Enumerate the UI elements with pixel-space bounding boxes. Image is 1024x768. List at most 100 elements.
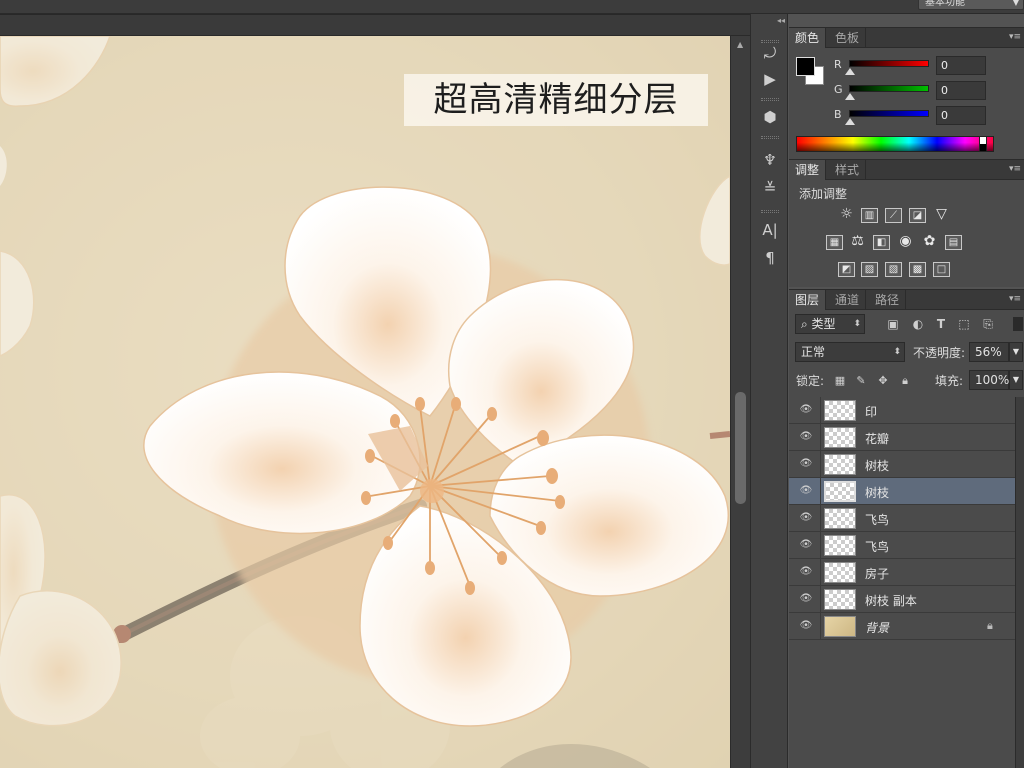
shape-layer-filter-icon[interactable]: ⬚: [956, 317, 972, 331]
color-lookup-icon[interactable]: ▤: [945, 235, 962, 250]
eye-visibility-icon[interactable]: 👁︎: [799, 512, 813, 524]
eye-visibility-icon[interactable]: 👁︎: [799, 431, 813, 443]
fill-label: 填充:: [935, 374, 964, 388]
layer-row[interactable]: 👁︎ 房子: [789, 559, 1015, 586]
panel-menu-icon[interactable]: ▾≡: [1009, 294, 1021, 304]
posterize-icon[interactable]: ▨: [861, 262, 878, 277]
brush-presets-icon[interactable]: ♆: [758, 149, 782, 171]
foreground-color-swatch[interactable]: [796, 57, 815, 76]
scroll-up-arrow-icon[interactable]: ▲: [737, 40, 743, 49]
layer-name: 飞鸟: [865, 513, 890, 527]
color-spectrum-ramp[interactable]: [796, 136, 994, 152]
color-balance-icon[interactable]: ⚖: [849, 234, 866, 250]
panel-menu-icon[interactable]: ▾≡: [1009, 164, 1021, 174]
eye-visibility-icon[interactable]: 👁︎: [799, 620, 813, 632]
opacity-dropdown-icon[interactable]: ▼: [1009, 342, 1023, 362]
tab-styles[interactable]: 样式: [829, 160, 867, 180]
exposure-icon[interactable]: ◪: [909, 208, 926, 223]
visibility-column: 👁︎: [789, 505, 821, 532]
workspace-switcher[interactable]: 基本功能 ▼: [918, 0, 1024, 10]
document-canvas[interactable]: 超高清精细分层: [0, 36, 730, 768]
green-channel-slider[interactable]: [849, 85, 929, 92]
canvas-vertical-scrollbar[interactable]: ▲: [730, 36, 750, 768]
brush-settings-icon[interactable]: ≚: [758, 177, 782, 199]
black-white-ramp[interactable]: [979, 136, 987, 152]
tab-color[interactable]: 颜色: [789, 28, 827, 48]
green-value-field[interactable]: 0: [936, 81, 986, 100]
layers-scrollbar[interactable]: [1015, 397, 1024, 768]
blue-slider-thumb[interactable]: [845, 118, 855, 125]
tab-swatches[interactable]: 色板: [829, 28, 867, 48]
pixel-layer-filter-icon[interactable]: ▣: [885, 317, 901, 331]
eye-visibility-icon[interactable]: 👁︎: [799, 539, 813, 551]
blue-value-field[interactable]: 0: [936, 106, 986, 125]
blue-channel-label: B: [834, 108, 842, 121]
smart-object-filter-icon[interactable]: ⎘: [980, 317, 996, 331]
levels-icon[interactable]: ▥: [861, 208, 878, 223]
3d-cube-icon[interactable]: ⬢: [758, 106, 782, 128]
photo-filter-icon[interactable]: ◉: [897, 234, 914, 250]
add-adjustment-label: 添加调整: [799, 187, 848, 201]
visibility-column: 👁︎: [789, 397, 821, 424]
green-channel-label: G: [834, 83, 843, 96]
red-value-field[interactable]: 0: [936, 56, 986, 75]
layer-row[interactable]: 👁︎ 飞鸟: [789, 532, 1015, 559]
lock-image-pixels-icon[interactable]: ✎: [854, 374, 868, 388]
layer-row[interactable]: 👁︎ 树枝 副本: [789, 586, 1015, 613]
tab-layers[interactable]: 图层: [789, 290, 827, 310]
lock-position-icon[interactable]: ✥: [876, 374, 890, 388]
vibrance-icon[interactable]: ▽: [933, 207, 950, 223]
panel-grip[interactable]: [761, 136, 779, 139]
panel-grip[interactable]: [761, 98, 779, 101]
eye-visibility-icon[interactable]: 👁︎: [799, 404, 813, 416]
layer-row-selected[interactable]: 👁︎ 树枝: [789, 478, 1015, 505]
green-slider-thumb[interactable]: [845, 93, 855, 100]
type-layer-filter-icon[interactable]: T: [933, 317, 949, 331]
curves-icon[interactable]: ⟋: [885, 208, 902, 223]
channel-mixer-icon[interactable]: ✿: [921, 234, 938, 250]
blue-channel-slider[interactable]: [849, 110, 929, 117]
brightness-icon[interactable]: ☼: [838, 207, 855, 223]
gradient-map-icon[interactable]: ▩: [909, 262, 926, 277]
collapsed-panel-strip: ◂◂ ⤾ ▶ ⬢ ♆ ≚ A| ¶: [750, 14, 788, 768]
selective-color-icon[interactable]: □: [933, 262, 950, 277]
fill-field[interactable]: 100%: [969, 370, 1009, 390]
lock-transparent-pixels-icon[interactable]: ▦: [833, 374, 847, 388]
layer-filter-kind-select[interactable]: ⌕ 类型 ⬍: [795, 314, 865, 334]
red-channel-slider[interactable]: [849, 60, 929, 67]
character-icon[interactable]: A|: [758, 219, 782, 241]
red-slider-thumb[interactable]: [845, 68, 855, 75]
black-white-icon[interactable]: ◧: [873, 235, 890, 250]
paragraph-icon[interactable]: ¶: [758, 247, 782, 269]
layer-row[interactable]: 👁︎ 树枝: [789, 451, 1015, 478]
blend-mode-select[interactable]: 正常 ⬍: [795, 342, 905, 362]
lock-all-icon[interactable]: 🔒︎: [898, 374, 912, 388]
tab-channels[interactable]: 通道: [829, 290, 867, 310]
invert-icon[interactable]: ◩: [838, 262, 855, 277]
layer-row[interactable]: 👁︎ 飞鸟: [789, 505, 1015, 532]
eye-visibility-icon[interactable]: 👁︎: [799, 485, 813, 497]
panel-menu-icon[interactable]: ▾≡: [1009, 32, 1021, 42]
eye-visibility-icon[interactable]: 👁︎: [799, 458, 813, 470]
layer-row[interactable]: 👁︎ 花瓣: [789, 424, 1015, 451]
fill-dropdown-icon[interactable]: ▼: [1009, 370, 1023, 390]
hue-saturation-icon[interactable]: ▦: [826, 235, 843, 250]
filter-toggle-icon[interactable]: [1013, 317, 1023, 331]
panel-grip[interactable]: [761, 210, 779, 213]
tab-adjustments[interactable]: 调整: [789, 160, 827, 180]
actions-play-icon[interactable]: ▶: [758, 68, 782, 90]
threshold-icon[interactable]: ▧: [885, 262, 902, 277]
layer-thumbnail: [824, 481, 856, 502]
adjustment-layer-filter-icon[interactable]: ◐: [910, 317, 926, 331]
eye-visibility-icon[interactable]: 👁︎: [799, 593, 813, 605]
opacity-field[interactable]: 56%: [969, 342, 1009, 362]
eye-visibility-icon[interactable]: 👁︎: [799, 566, 813, 578]
layer-row[interactable]: 👁︎ 印: [789, 397, 1015, 424]
collapse-arrows-icon[interactable]: ◂◂: [777, 16, 785, 25]
tab-paths[interactable]: 路径: [869, 290, 907, 310]
layer-row-background[interactable]: 👁︎ 背景 🔒︎: [789, 613, 1015, 640]
layer-thumbnail: [824, 508, 856, 529]
history-icon[interactable]: ⤾: [758, 42, 782, 64]
layer-thumbnail: [824, 454, 856, 475]
scrollbar-thumb[interactable]: [735, 392, 746, 504]
